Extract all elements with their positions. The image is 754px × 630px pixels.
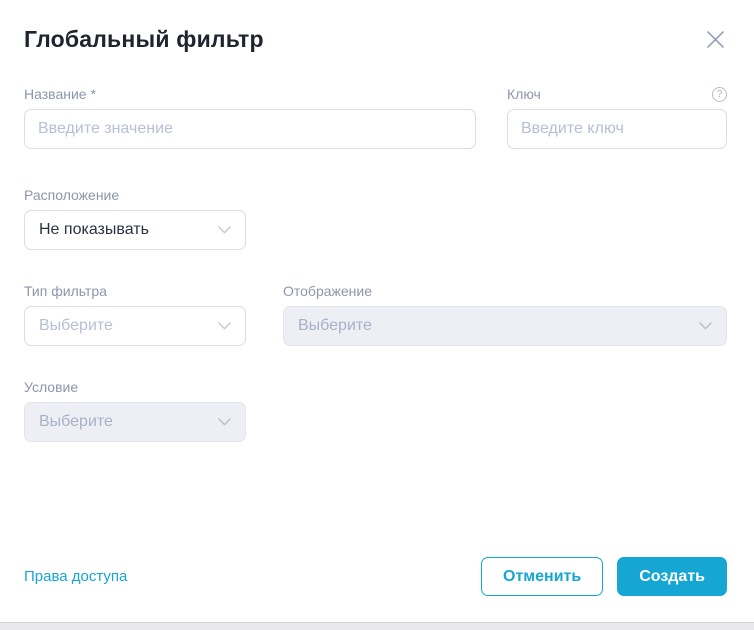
row-name-key: Название * Ключ ? xyxy=(24,86,727,149)
cancel-button[interactable]: Отменить xyxy=(481,557,603,596)
condition-select: Выберите xyxy=(24,402,246,442)
dialog-header: Глобальный фильтр xyxy=(24,26,727,53)
close-button[interactable] xyxy=(704,28,727,51)
global-filter-dialog: Глобальный фильтр Название * Ключ ? xyxy=(0,0,754,630)
key-label: Ключ xyxy=(507,86,541,102)
page-title: Глобальный фильтр xyxy=(24,26,264,53)
condition-label: Условие xyxy=(24,379,78,395)
chevron-down-icon xyxy=(699,322,712,330)
name-label: Название * xyxy=(24,86,96,102)
chevron-down-icon xyxy=(218,418,231,426)
name-field-group: Название * xyxy=(24,86,476,149)
access-rights-link[interactable]: Права доступа xyxy=(24,568,127,585)
close-icon xyxy=(706,30,725,49)
condition-select-value: Выберите xyxy=(39,413,113,431)
row-location: Расположение Не показывать xyxy=(24,187,727,250)
name-input[interactable] xyxy=(24,109,476,149)
filter-type-select-value: Выберите xyxy=(39,317,113,335)
help-icon[interactable]: ? xyxy=(712,87,727,102)
row-type-display: Тип фильтра Выберите Отображение Выберит… xyxy=(24,283,727,346)
chevron-down-icon xyxy=(218,226,231,234)
dialog-footer: Права доступа Отменить Создать xyxy=(24,557,727,596)
row-condition: Условие Выберите xyxy=(24,379,727,442)
create-button[interactable]: Создать xyxy=(617,557,727,596)
location-select-value: Не показывать xyxy=(39,221,149,239)
key-input[interactable] xyxy=(507,109,727,149)
location-select[interactable]: Не показывать xyxy=(24,210,246,250)
location-field-group: Расположение Не показывать xyxy=(24,187,246,250)
condition-field-group: Условие Выберите xyxy=(24,379,246,442)
filter-type-field-group: Тип фильтра Выберите xyxy=(24,283,246,346)
display-label: Отображение xyxy=(283,283,372,299)
chevron-down-icon xyxy=(218,322,231,330)
location-label: Расположение xyxy=(24,187,119,203)
display-field-group: Отображение Выберите xyxy=(283,283,727,346)
background-strip xyxy=(0,622,754,630)
filter-type-label: Тип фильтра xyxy=(24,283,107,299)
display-select-value: Выберите xyxy=(298,317,372,335)
key-field-group: Ключ ? xyxy=(507,86,727,149)
filter-type-select[interactable]: Выберите xyxy=(24,306,246,346)
display-select: Выберите xyxy=(283,306,727,346)
